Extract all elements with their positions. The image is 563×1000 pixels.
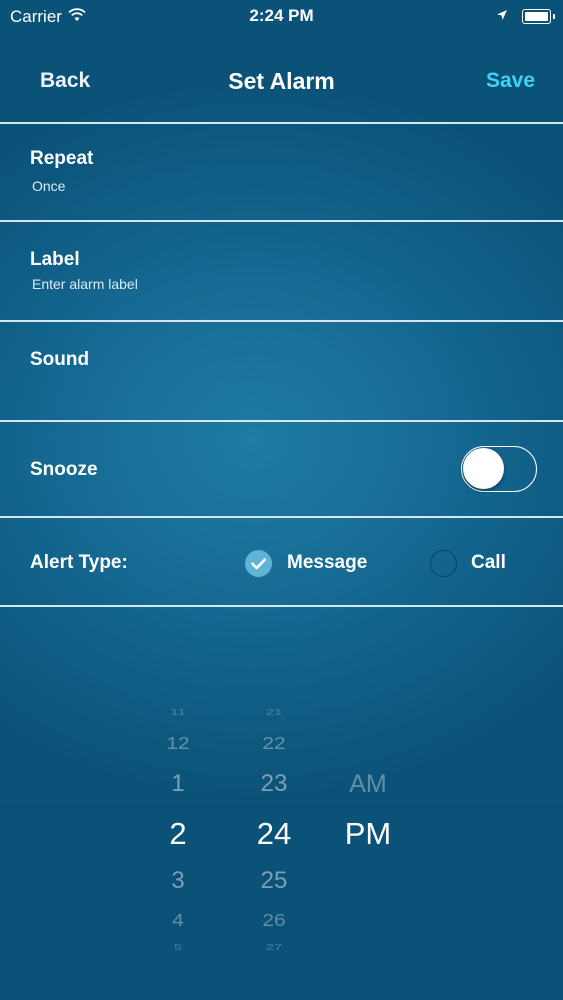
minute-cell[interactable]: 25 — [234, 867, 314, 895]
am-cell[interactable]: AM — [328, 770, 408, 799]
location-arrow-icon — [496, 6, 508, 26]
divider — [0, 605, 563, 607]
minute-cell[interactable]: 21 — [234, 708, 314, 717]
message-radio[interactable] — [245, 550, 272, 577]
sound-label: Sound — [30, 349, 90, 370]
message-option-label[interactable]: Message — [287, 552, 367, 574]
repeat-value: Once — [32, 178, 66, 194]
alert-type-label: Alert Type: — [30, 552, 128, 573]
divider — [0, 516, 563, 518]
navigation-bar: Back Set Alarm Save — [0, 50, 563, 112]
hour-cell[interactable]: 12 — [138, 734, 218, 754]
repeat-label: Repeat — [30, 148, 94, 169]
hour-cell[interactable]: 4 — [138, 911, 218, 931]
minute-cell[interactable]: 27 — [234, 943, 314, 952]
hour-cell[interactable]: 1 — [138, 770, 218, 798]
pm-cell-selected[interactable]: PM — [328, 816, 408, 852]
hour-cell[interactable]: 3 — [138, 867, 218, 895]
snooze-toggle[interactable] — [461, 446, 537, 492]
save-button[interactable]: Save — [486, 69, 535, 93]
alarm-label-title: Label — [30, 249, 80, 270]
sound-row[interactable]: Sound — [0, 322, 563, 420]
label-row[interactable]: Label Enter alarm label — [0, 222, 563, 319]
alarm-label-field[interactable]: Enter alarm label — [32, 276, 138, 292]
call-option-label[interactable]: Call — [471, 552, 506, 574]
status-bar: Carrier 2:24 PM — [0, 0, 563, 34]
hour-cell[interactable]: 5 — [138, 943, 218, 952]
status-right — [496, 6, 555, 26]
hour-cell[interactable]: 11 — [138, 708, 218, 717]
time-picker[interactable]: 11 12 1 2 3 4 5 21 22 23 24 25 26 27 AM … — [0, 690, 563, 980]
picker-selection-line — [0, 806, 563, 807]
page-title: Set Alarm — [228, 68, 335, 94]
checkmark-icon — [251, 558, 267, 570]
call-radio[interactable] — [430, 550, 457, 577]
repeat-row[interactable]: Repeat Once — [0, 124, 563, 220]
minute-cell[interactable]: 22 — [234, 734, 314, 754]
hour-cell-selected[interactable]: 2 — [138, 816, 218, 852]
battery-icon — [522, 8, 555, 24]
toggle-knob — [463, 448, 504, 489]
snooze-label: Snooze — [30, 459, 98, 480]
minute-cell-selected[interactable]: 24 — [234, 816, 314, 852]
status-time: 2:24 PM — [249, 6, 314, 25]
minute-cell[interactable]: 23 — [234, 770, 314, 798]
minute-cell[interactable]: 26 — [234, 911, 314, 931]
